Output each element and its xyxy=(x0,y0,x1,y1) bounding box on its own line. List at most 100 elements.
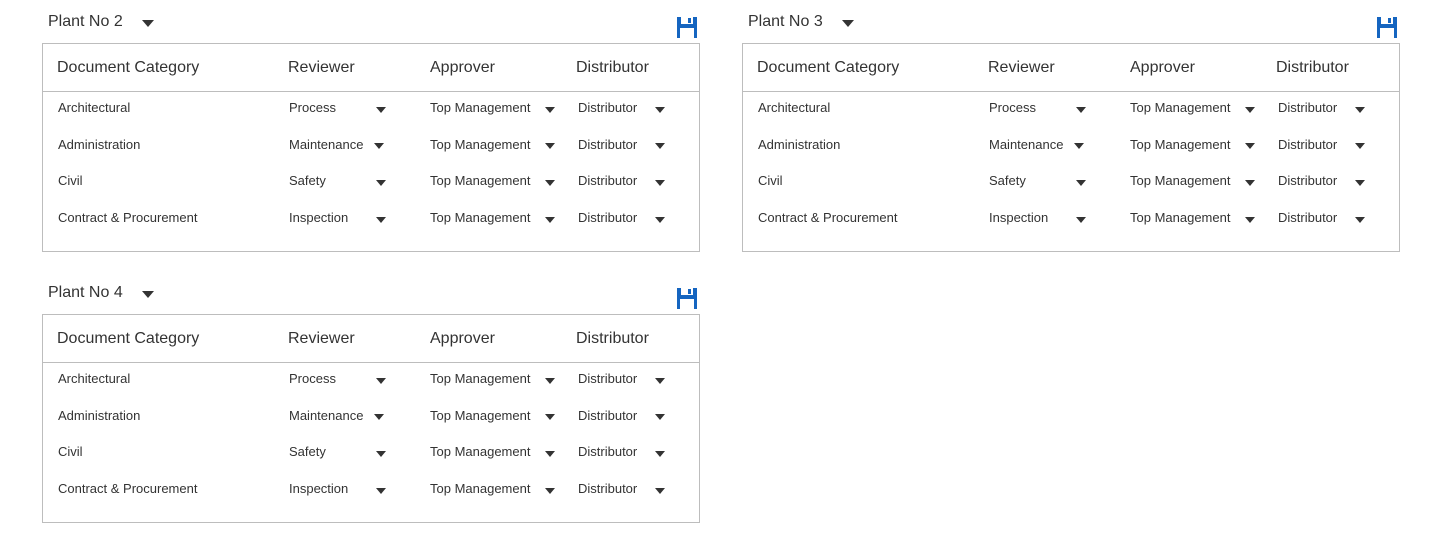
plant-panel-header: Plant No 2 xyxy=(42,0,700,43)
distributor-select[interactable]: Distributor xyxy=(1278,173,1392,188)
reviewer-select[interactable]: Maintenance xyxy=(289,408,416,423)
approver-select-value: Top Management xyxy=(430,481,531,497)
category-cell: Architectural xyxy=(758,100,831,115)
chevron-down-icon xyxy=(1355,179,1365,186)
floppy-disk-icon xyxy=(677,17,697,38)
reviewer-select[interactable]: Process xyxy=(989,100,1116,115)
approver-select-value: Top Management xyxy=(1130,136,1231,152)
distributor-select-value: Distributor xyxy=(578,136,638,152)
approver-select[interactable]: Top Management xyxy=(1130,173,1262,188)
plant-select-value: Plant No 2 xyxy=(48,13,123,30)
approver-select[interactable]: Top Management xyxy=(430,173,562,188)
category-cell: Contract & Procurement xyxy=(58,481,198,497)
approver-select[interactable]: Top Management xyxy=(430,444,562,459)
plant-panel: Plant No 3 Document Category Reviewer Ap… xyxy=(742,0,1400,252)
approver-select[interactable]: Top Management xyxy=(430,100,562,115)
approver-select-value: Top Management xyxy=(1130,173,1231,189)
column-header-reviewer: Reviewer xyxy=(288,58,355,76)
reviewer-select-value: Process xyxy=(989,100,1036,115)
reviewer-select[interactable]: Maintenance xyxy=(989,137,1116,152)
save-button[interactable] xyxy=(1377,17,1397,38)
approver-select[interactable]: Top Management xyxy=(430,408,562,423)
table-row: Architectural Process Top Management Dis… xyxy=(43,371,699,408)
distributor-select[interactable]: Distributor xyxy=(1278,100,1392,115)
distributor-select[interactable]: Distributor xyxy=(1278,137,1392,152)
table-row: Civil Safety Top Management Distributor xyxy=(43,173,699,210)
chevron-down-icon xyxy=(141,290,154,298)
chevron-down-icon xyxy=(376,106,386,113)
plant-select[interactable]: Plant No 2 xyxy=(48,13,154,31)
table-row: Architectural Process Top Management Dis… xyxy=(743,100,1399,137)
column-header-distributor: Distributor xyxy=(576,58,649,76)
category-cell: Administration xyxy=(58,407,141,423)
chevron-down-icon xyxy=(1245,106,1255,113)
plant-panel: Plant No 2 Document Category Reviewer Ap… xyxy=(42,0,700,252)
distributor-select[interactable]: Distributor xyxy=(578,173,692,188)
chevron-down-icon xyxy=(655,450,665,457)
chevron-down-icon xyxy=(655,414,665,421)
approver-select-value: Top Management xyxy=(430,136,531,152)
distributor-select[interactable]: Distributor xyxy=(578,408,692,423)
approver-select[interactable]: Top Management xyxy=(430,137,562,152)
table-header: Document Category Reviewer Approver Dist… xyxy=(743,44,1399,92)
table-body: Architectural Process Top Management Dis… xyxy=(43,363,699,518)
reviewer-select[interactable]: Process xyxy=(289,371,416,386)
reviewer-select[interactable]: Maintenance xyxy=(289,137,416,152)
chevron-down-icon xyxy=(1245,143,1255,150)
save-button[interactable] xyxy=(677,288,697,309)
distributor-select[interactable]: Distributor xyxy=(578,444,692,459)
distributor-select[interactable]: Distributor xyxy=(578,100,692,115)
plant-select-value: Plant No 4 xyxy=(48,284,123,301)
reviewer-select-value: Safety xyxy=(989,173,1026,189)
distributor-select[interactable]: Distributor xyxy=(578,371,692,386)
assignment-table: Document Category Reviewer Approver Dist… xyxy=(42,43,700,252)
category-cell: Architectural xyxy=(58,371,131,386)
plant-select[interactable]: Plant No 3 xyxy=(748,13,854,31)
distributor-select[interactable]: Distributor xyxy=(578,210,692,225)
approver-select[interactable]: Top Management xyxy=(430,210,562,225)
column-header-category: Document Category xyxy=(57,58,200,76)
distributor-select[interactable]: Distributor xyxy=(578,137,692,152)
reviewer-select-value: Safety xyxy=(289,173,326,189)
reviewer-select[interactable]: Safety xyxy=(989,173,1116,188)
chevron-down-icon xyxy=(374,143,384,150)
table-row: Contract & Procurement Inspection Top Ma… xyxy=(43,210,699,247)
chevron-down-icon xyxy=(545,487,555,494)
chevron-down-icon xyxy=(655,179,665,186)
chevron-down-icon xyxy=(545,450,555,457)
approver-select-value: Top Management xyxy=(430,444,531,460)
approver-select-value: Top Management xyxy=(1130,100,1231,115)
reviewer-select[interactable]: Inspection xyxy=(289,210,416,225)
approver-select[interactable]: Top Management xyxy=(430,371,562,386)
reviewer-select[interactable]: Safety xyxy=(289,173,416,188)
reviewer-select-value: Maintenance xyxy=(289,407,364,423)
table-row: Administration Maintenance Top Managemen… xyxy=(743,137,1399,174)
distributor-select[interactable]: Distributor xyxy=(578,481,692,496)
table-header: Document Category Reviewer Approver Dist… xyxy=(43,315,699,363)
column-header-approver: Approver xyxy=(1130,58,1195,76)
chevron-down-icon xyxy=(545,179,555,186)
reviewer-select[interactable]: Process xyxy=(289,100,416,115)
distributor-select-value: Distributor xyxy=(578,210,638,226)
approver-select[interactable]: Top Management xyxy=(1130,137,1262,152)
reviewer-select[interactable]: Inspection xyxy=(989,210,1116,225)
distributor-select-value: Distributor xyxy=(1278,210,1338,226)
reviewer-select-value: Maintenance xyxy=(989,136,1064,152)
approver-select[interactable]: Top Management xyxy=(1130,100,1262,115)
approver-select-value: Top Management xyxy=(430,173,531,189)
chevron-down-icon xyxy=(1355,143,1365,150)
plant-select[interactable]: Plant No 4 xyxy=(48,284,154,302)
reviewer-select-value: Process xyxy=(289,100,336,115)
column-header-distributor: Distributor xyxy=(1276,58,1349,76)
chevron-down-icon xyxy=(545,106,555,113)
distributor-select[interactable]: Distributor xyxy=(1278,210,1392,225)
approver-select[interactable]: Top Management xyxy=(1130,210,1262,225)
approver-select[interactable]: Top Management xyxy=(430,481,562,496)
floppy-disk-icon xyxy=(1377,17,1397,38)
distributor-select-value: Distributor xyxy=(578,100,638,115)
save-button[interactable] xyxy=(677,17,697,38)
reviewer-select[interactable]: Inspection xyxy=(289,481,416,496)
chevron-down-icon xyxy=(655,143,665,150)
chevron-down-icon xyxy=(1355,106,1365,113)
reviewer-select[interactable]: Safety xyxy=(289,444,416,459)
